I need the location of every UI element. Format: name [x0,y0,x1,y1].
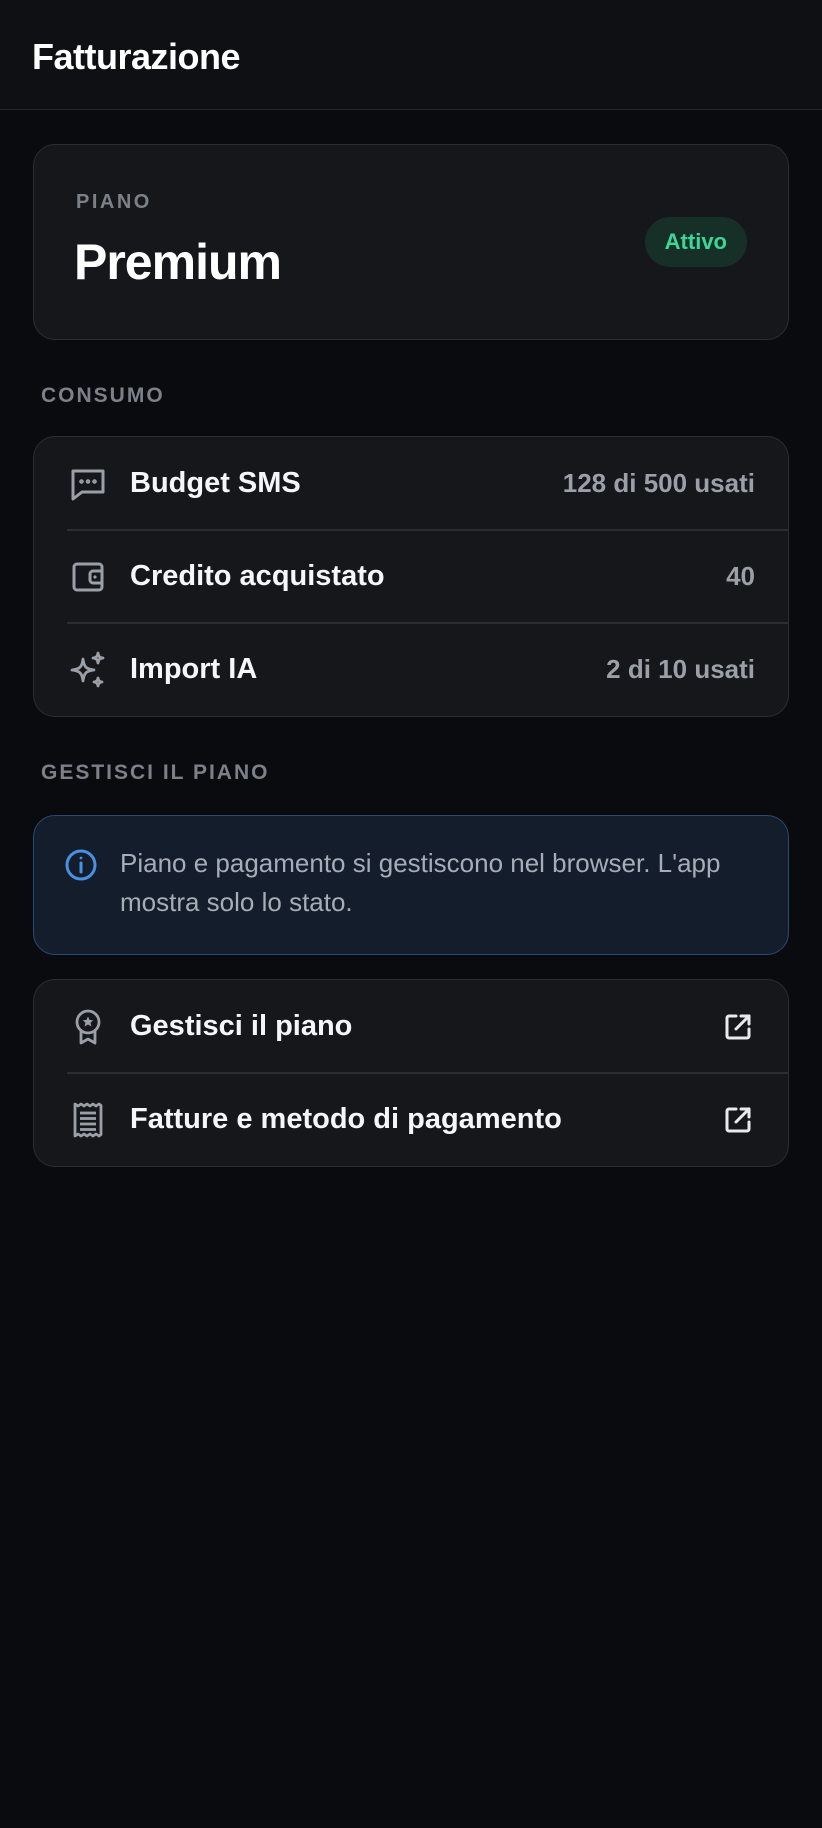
external-link-icon [722,1011,754,1043]
plan-label: PIANO [76,191,152,213]
external-link-icon [722,1104,754,1136]
usage-row-ai-import: Import IA 2 di 10 usati [34,622,788,716]
app-header: Fatturazione [0,0,822,110]
plan-name: Premium [74,234,282,290]
info-text: Piano e pagamento si gestiscono nel brow… [120,848,721,917]
manage-section-label: GESTISCI IL PIANO [41,761,270,784]
usage-section-label: CONSUMO [41,384,165,407]
invoices-payment-link[interactable]: Fatture e metodo di pagamento [34,1072,788,1166]
plan-card: PIANO Premium Attivo [33,144,789,340]
action-label: Gestisci il piano [130,1010,353,1042]
manage-plan-link[interactable]: Gestisci il piano [34,980,788,1073]
actions-card: Gestisci il piano Fatture e metodo di pa… [33,979,789,1167]
award-icon [68,1007,108,1047]
receipt-icon [68,1100,108,1140]
action-label: Fatture e metodo di pagamento [130,1103,562,1135]
info-icon [64,848,98,882]
usage-row-credit: Credito acquistato 40 [34,529,788,623]
usage-value: 40 [726,561,755,591]
sparkles-icon [68,650,108,690]
usage-value: 2 di 10 usati [606,654,755,684]
usage-row-sms: Budget SMS 128 di 500 usati [34,437,788,530]
message-icon [68,464,108,504]
usage-card: Budget SMS 128 di 500 usati Credito acqu… [33,436,789,717]
status-badge: Attivo [644,217,747,267]
usage-label: Budget SMS [130,467,301,499]
info-banner: Piano e pagamento si gestiscono nel brow… [33,815,789,955]
billing-content: PIANO Premium Attivo CONSUMO Budget SMS … [0,110,822,1167]
usage-value: 128 di 500 usati [562,468,755,498]
usage-label: Import IA [130,653,258,685]
wallet-icon [68,557,108,597]
page-title: Fatturazione [32,36,241,77]
usage-label: Credito acquistato [130,560,385,592]
